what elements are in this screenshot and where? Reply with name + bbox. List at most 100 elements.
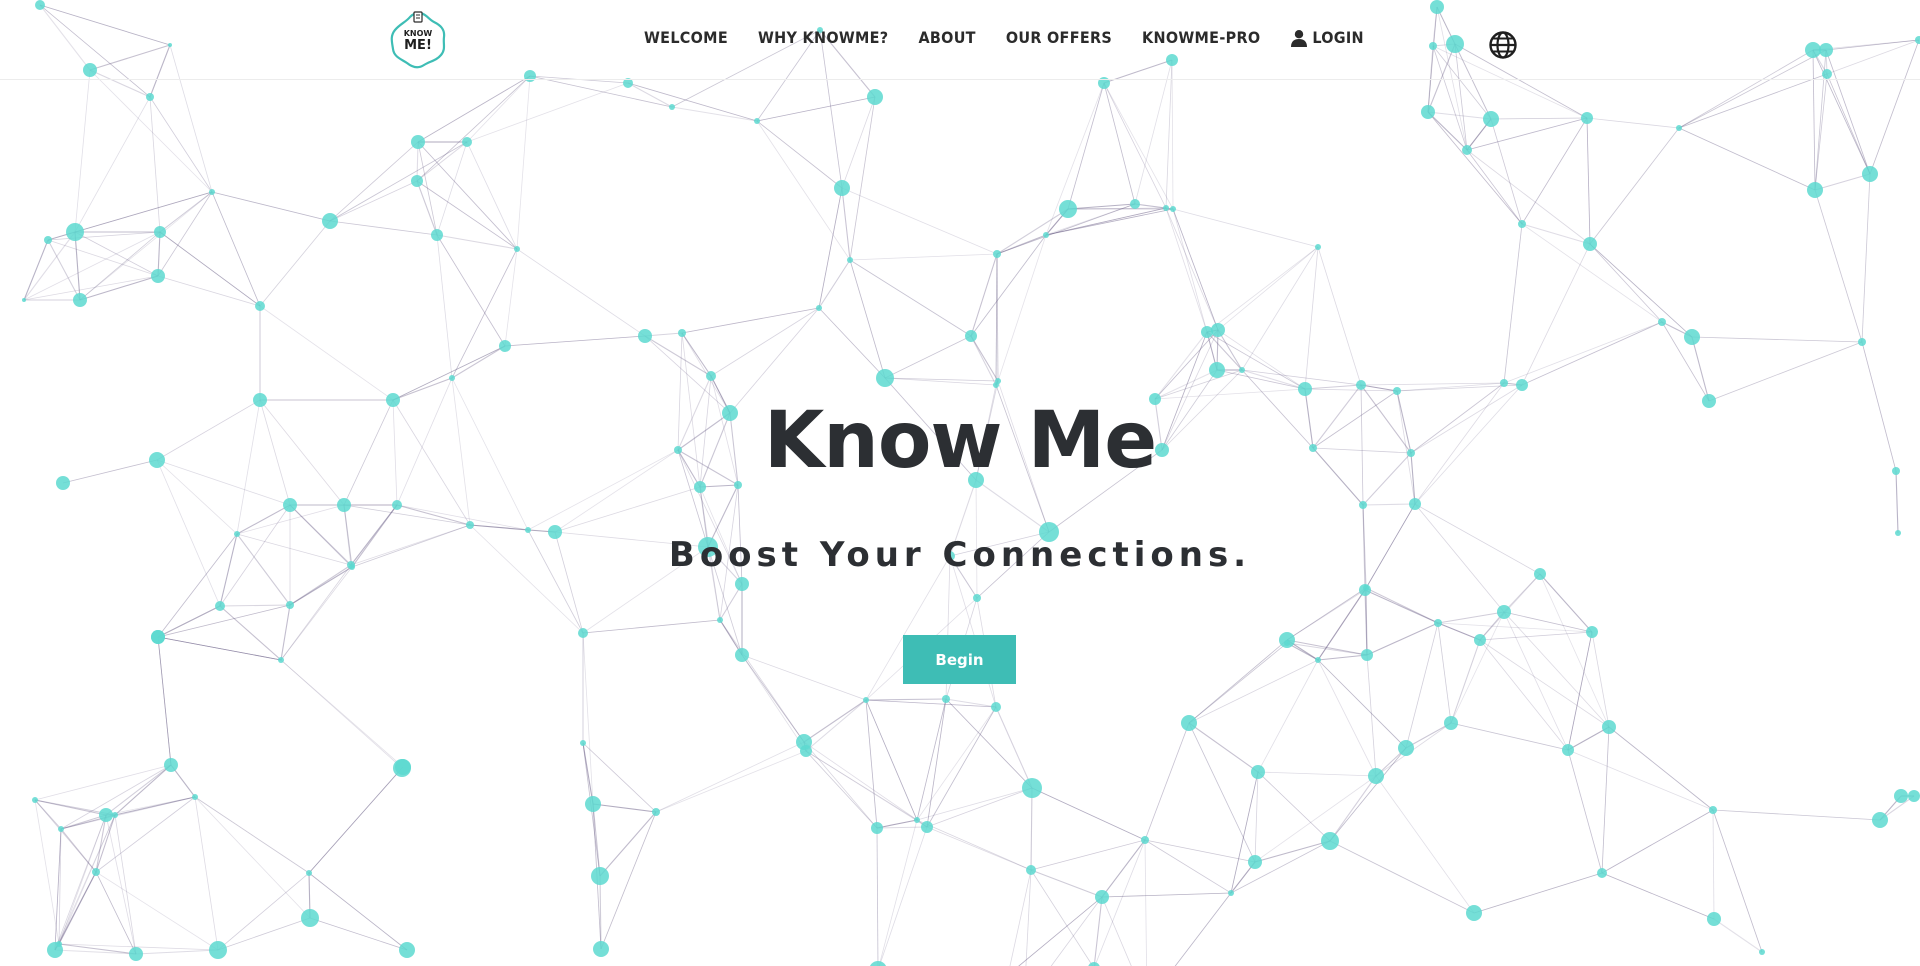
network-edge (1217, 246, 1319, 331)
network-node (735, 577, 749, 591)
network-node (1483, 111, 1499, 127)
network-edge (157, 636, 282, 661)
network-node (1583, 237, 1597, 251)
network-edge (884, 377, 999, 382)
network-edge (1362, 503, 1416, 506)
network-edge (219, 605, 282, 661)
network-edge (995, 706, 1033, 789)
network-node (591, 867, 609, 885)
network-node (92, 868, 100, 876)
network-edge (417, 75, 531, 143)
network-edge (1437, 611, 1505, 624)
network-node (1707, 912, 1721, 926)
network-edge (105, 814, 137, 955)
network-edge (916, 706, 997, 821)
network-node (678, 329, 686, 337)
begin-button[interactable]: Begin (903, 635, 1016, 684)
globe-icon[interactable] (1488, 30, 1518, 60)
network-node (411, 135, 425, 149)
network-edge (1230, 840, 1331, 894)
network-edge (1586, 117, 1591, 245)
network-edge (416, 180, 438, 236)
network-node (1361, 649, 1373, 661)
network-node (164, 758, 178, 772)
network-edge (1165, 207, 1219, 331)
network-node (1676, 125, 1682, 131)
network-edge (970, 335, 997, 386)
network-edge (1067, 82, 1105, 210)
nav-item-welcome[interactable]: WELCOME (644, 28, 728, 47)
network-node (847, 257, 853, 263)
network-edge (600, 811, 657, 950)
network-node (209, 189, 215, 195)
network-edge (329, 220, 438, 236)
network-node (22, 298, 26, 302)
network-node (1709, 806, 1717, 814)
network-node (301, 909, 319, 927)
network-node (942, 695, 950, 703)
network-edge (627, 82, 673, 108)
network-edge (884, 377, 997, 386)
logo[interactable]: KNOW ME! (388, 9, 448, 71)
network-node (1248, 855, 1262, 869)
network-edge (1712, 809, 1881, 821)
network-edge (194, 796, 311, 919)
network-node (816, 305, 822, 311)
network-edge (876, 827, 879, 966)
network-node (993, 382, 999, 388)
network-edge (1329, 840, 1475, 914)
nav-item-login[interactable]: LOGIN (1290, 28, 1364, 47)
network-node (151, 269, 165, 283)
network-edge (1521, 223, 1591, 245)
network-node (129, 947, 143, 961)
top-navbar: KNOW ME! WELCOME WHY KNOWME? ABOUT OUR O… (0, 0, 1920, 80)
nav-item-about[interactable]: ABOUT (918, 28, 975, 47)
network-edge (1375, 775, 1475, 914)
network-node (1597, 868, 1607, 878)
network-edge (554, 486, 701, 533)
network-node (1516, 379, 1528, 391)
network-edge (1254, 840, 1331, 863)
nav-item-our-offers[interactable]: OUR OFFERS (1006, 28, 1112, 47)
network-node (1239, 367, 1245, 373)
network-edge (149, 96, 161, 233)
nav-item-why-knowme[interactable]: WHY KNOWME? (758, 28, 889, 47)
network-edge (865, 699, 878, 829)
logo-text: KNOW ME! (388, 29, 448, 52)
network-edge (1601, 872, 1715, 920)
network-edge (47, 231, 161, 241)
network-edge (504, 248, 518, 347)
network-edge (878, 819, 918, 966)
network-edge (157, 605, 221, 638)
network-edge (582, 632, 594, 805)
network-edge (259, 305, 394, 401)
network-edge (259, 220, 331, 307)
network-node (99, 808, 113, 822)
network-edge (1329, 747, 1407, 842)
network-node (1500, 379, 1508, 387)
network-edge (1678, 73, 1828, 129)
network-edge (756, 96, 876, 122)
network-node (1421, 105, 1435, 119)
network-edge (1503, 611, 1569, 751)
network-node (876, 369, 894, 387)
network-edge (916, 787, 1033, 821)
network-edge (280, 604, 291, 661)
network-edge (1713, 918, 1763, 953)
network-edge (1101, 892, 1232, 898)
network-node (514, 246, 520, 252)
network-edge (23, 239, 49, 301)
network-edge (1317, 654, 1368, 661)
network-edge (157, 275, 261, 307)
network-node (1228, 890, 1234, 896)
network-node (449, 375, 455, 381)
network-edge (1366, 622, 1439, 656)
nav-item-knowme-pro[interactable]: KNOWME-PRO (1142, 28, 1260, 47)
network-node (393, 759, 411, 777)
network-edge (1304, 388, 1398, 392)
network-node (1409, 498, 1421, 510)
network-edge (1364, 589, 1439, 624)
network-edge (741, 654, 867, 701)
main-nav: WELCOME WHY KNOWME? ABOUT OUR OFFERS KNO… (644, 28, 1394, 47)
network-node (1581, 112, 1593, 124)
